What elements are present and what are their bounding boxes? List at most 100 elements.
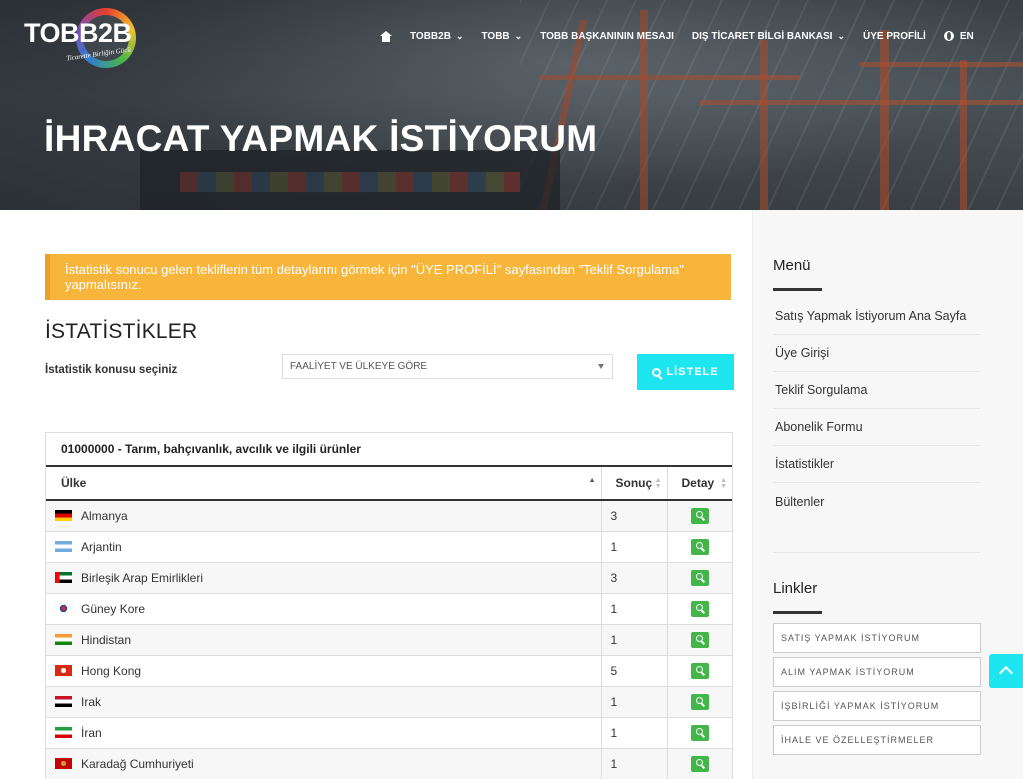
chevron-down-icon: ⌄: [514, 30, 523, 41]
country-flag-icon: [55, 664, 72, 676]
detail-search-button[interactable]: [690, 569, 709, 586]
count-cell: 1: [601, 686, 668, 718]
select-label: İstatistik konusu seçiniz: [45, 364, 178, 376]
country-cell: Güney Kore: [46, 593, 602, 625]
nav-item-member-profile[interactable]: ÜYE PROFİLİ: [863, 31, 926, 42]
detail-search-button[interactable]: [690, 755, 709, 772]
count-cell: 1: [601, 593, 668, 625]
detail-search-button[interactable]: [690, 507, 709, 524]
home-icon: [380, 30, 392, 42]
sidebar-item-subscription[interactable]: Abonelik Formu: [773, 409, 980, 446]
sidebar-item-label: İstatistikler: [775, 457, 835, 471]
sidebar-item-offer-query[interactable]: Teklif Sorgulama: [773, 372, 980, 409]
language-label: EN: [959, 30, 974, 42]
country-cell: İran: [46, 717, 602, 749]
country-flag-icon: [55, 540, 72, 552]
country-name: Güney Kore: [81, 601, 146, 616]
table-row: Hong Kong 5: [46, 655, 732, 687]
country-cell: Arjantin: [46, 531, 602, 563]
column-header-country[interactable]: Ülke ▲: [46, 467, 602, 501]
table-row: Irak 1: [46, 686, 732, 718]
nav-item-label: TOBB2B: [410, 30, 451, 42]
country-name: Irak: [81, 694, 102, 709]
sidebar-links: SATIŞ YAPMAK İSTİYORUM ALIM YAPMAK İSTİY…: [773, 623, 981, 759]
sort-asc-icon: ▲: [588, 477, 596, 484]
count-cell: 5: [601, 655, 668, 687]
nav-home[interactable]: [380, 30, 392, 42]
title-underline: [773, 288, 822, 291]
detail-cell: [667, 562, 732, 594]
sidebar-item-bulletins[interactable]: Bültenler: [773, 483, 980, 520]
info-alert: İstatistik sonucu gelen tekliflerin tüm …: [45, 254, 731, 300]
count-cell: 3: [601, 500, 668, 532]
main-content: İstatistik sonucu gelen tekliflerin tüm …: [0, 210, 752, 779]
nav-item-label: TOBB BAŞKANININ MESAJI: [540, 30, 674, 42]
country-name: Karadağ Cumhuriyeti: [81, 756, 194, 771]
sidebar-item-label: Bültenler: [775, 494, 825, 509]
divider: [773, 552, 980, 553]
detail-search-button[interactable]: [690, 662, 709, 679]
statistic-topic-select[interactable]: FAALİYET VE ÜLKEYE GÖRE: [282, 354, 613, 379]
table-row: Birleşik Arap Emirlikleri 3: [46, 562, 732, 594]
detail-search-button[interactable]: [690, 693, 709, 710]
detail-search-button[interactable]: [690, 600, 709, 617]
detail-search-button[interactable]: [690, 538, 709, 555]
table-row: Almanya 3: [46, 500, 732, 532]
country-name: Almanya: [81, 508, 128, 523]
detail-cell: [667, 686, 732, 718]
language-switch[interactable]: EN: [943, 30, 974, 42]
scroll-to-top-button[interactable]: [989, 654, 1023, 688]
detail-cell: [667, 717, 732, 749]
link-tenders[interactable]: İHALE VE ÖZELLEŞTİRMELER: [773, 725, 981, 755]
table-row: İran 1: [46, 717, 732, 749]
sidebar-item-sales-home[interactable]: Satış Yapmak İstiyorum Ana Sayfa: [773, 298, 980, 335]
sidebar-menu: Satış Yapmak İstiyorum Ana Sayfa Üye Gir…: [773, 298, 980, 520]
link-cooperation[interactable]: İŞBİRLİĞİ YAPMAK İSTİYORUM: [773, 691, 981, 721]
count-cell: 1: [601, 531, 668, 563]
country-cell: Hindistan: [46, 624, 602, 656]
detail-cell: [667, 624, 732, 656]
page-title: İHRACAT YAPMAK İSTİYORUM: [44, 118, 598, 159]
nav-item-tobb[interactable]: TOBB ⌄: [481, 31, 522, 42]
link-sell[interactable]: SATIŞ YAPMAK İSTİYORUM: [773, 623, 981, 653]
detail-search-button[interactable]: [690, 724, 709, 741]
sidebar-item-label: Abonelik Formu: [775, 420, 863, 434]
section-title: İSTATİSTİKLER: [45, 320, 198, 343]
country-name: Birleşik Arap Emirlikleri: [81, 570, 204, 585]
nav-item-tobb2b[interactable]: TOBB2B ⌄: [410, 31, 463, 42]
column-header-count[interactable]: Sonuç ▲ ▼: [601, 467, 668, 501]
column-header-detail[interactable]: Detay ▲ ▼: [667, 467, 732, 501]
list-button-label: LİSTELE: [666, 366, 719, 378]
sidebar-item-statistics[interactable]: İstatistikler: [773, 446, 980, 483]
sidebar-item-member-login[interactable]: Üye Girişi: [773, 335, 980, 372]
country-name: Hindistan: [81, 632, 132, 647]
site-logo[interactable]: TOBB2B Ticarette Birliğin Gücü: [24, 6, 136, 68]
country-cell: Almanya: [46, 500, 602, 532]
count-cell: 3: [601, 562, 668, 594]
table-row: Güney Kore 1: [46, 593, 732, 625]
country-flag-icon: [55, 726, 72, 738]
count-cell: 1: [601, 624, 668, 656]
caret-down-icon: [598, 364, 604, 369]
detail-search-button[interactable]: [690, 631, 709, 648]
logo-text: TOBB2B: [24, 18, 132, 48]
title-underline: [773, 611, 822, 614]
list-button[interactable]: LİSTELE: [637, 354, 734, 390]
table-row: Karadağ Cumhuriyeti 1: [46, 748, 732, 779]
link-buy[interactable]: ALIM YAPMAK İSTİYORUM: [773, 657, 981, 687]
sidebar-menu-title: Menü: [773, 257, 811, 274]
country-flag-icon: [55, 757, 72, 769]
nav-item-president-message[interactable]: TOBB BAŞKANININ MESAJI: [540, 31, 674, 42]
count-cell: 1: [601, 717, 668, 749]
nav-item-trade-database[interactable]: DIŞ TİCARET BİLGİ BANKASI ⌄: [692, 31, 845, 42]
column-header-label: Sonuç: [615, 476, 653, 490]
detail-cell: [667, 531, 732, 563]
table-row: Hindistan 1: [46, 624, 732, 656]
sidebar-item-label: Satış Yapmak İstiyorum Ana Sayfa: [775, 309, 967, 323]
country-cell: Birleşik Arap Emirlikleri: [46, 562, 602, 594]
country-name: Hong Kong: [81, 663, 142, 678]
select-value: FAALİYET VE ÜLKEYE GÖRE: [290, 361, 428, 372]
chevron-down-icon: ⌄: [837, 30, 846, 41]
sort-icon: ▲ ▼: [654, 477, 662, 490]
country-cell: Karadağ Cumhuriyeti: [46, 748, 602, 779]
